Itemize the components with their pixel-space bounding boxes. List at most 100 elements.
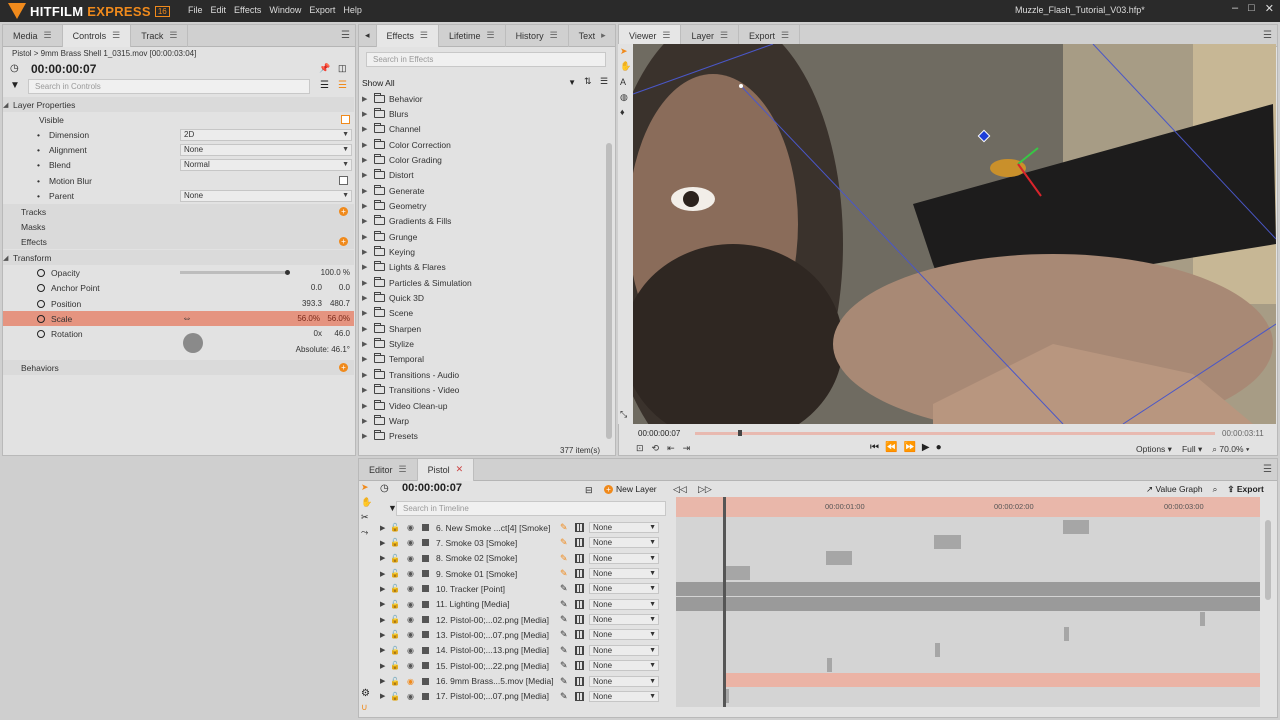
effects-folder[interactable]: ▶ Blurs xyxy=(362,106,408,121)
effects-filter-dropdown[interactable]: Show All ▼ xyxy=(362,76,580,90)
eye-icon[interactable]: ◉ xyxy=(406,584,415,593)
timeline-clip[interactable] xyxy=(826,551,852,565)
layer-row[interactable]: ▶ 🔓 ◉ 7. Smoke 03 [Smoke] ✎ None xyxy=(374,535,668,550)
eye-icon[interactable]: ◉ xyxy=(406,569,415,578)
menu-window[interactable]: Window xyxy=(269,5,301,15)
settings-gear-icon[interactable]: ⚙ xyxy=(361,688,370,699)
value-graph-button[interactable]: ↗ Value Graph xyxy=(1146,484,1203,495)
pen-icon[interactable]: ✎ xyxy=(560,599,570,610)
expand-arrow-icon[interactable]: ▶ xyxy=(362,309,374,317)
viewer-canvas[interactable] xyxy=(633,44,1276,424)
menu-icon[interactable]: ☰ xyxy=(112,30,120,41)
checkerboard-icon[interactable] xyxy=(575,691,584,701)
loop-icon[interactable]: ⟲ xyxy=(652,443,660,454)
expand-arrow-icon[interactable]: ◢ xyxy=(3,101,13,109)
effects-folder[interactable]: ▶ Color Correction xyxy=(362,137,451,152)
behaviors-section[interactable]: Behaviors + xyxy=(3,360,354,375)
in-point-icon[interactable]: ⇤ xyxy=(667,443,675,454)
razor-tool-icon[interactable]: ✂ xyxy=(361,512,369,523)
magnet-icon[interactable]: ∪ xyxy=(361,702,368,713)
menu-effects[interactable]: Effects xyxy=(234,5,261,15)
effects-folder[interactable]: ▶ Lights & Flares xyxy=(362,260,446,275)
tab-history[interactable]: History ☰ xyxy=(506,25,569,47)
effects-folder[interactable]: ▶ Video Clean-up xyxy=(362,398,447,413)
export-button[interactable]: ⇪ Export xyxy=(1227,484,1263,495)
expand-arrow-icon[interactable]: ▶ xyxy=(380,616,390,624)
add-track-icon[interactable]: + xyxy=(339,207,348,216)
pen-icon[interactable]: ✎ xyxy=(560,583,570,594)
layer-row[interactable]: ▶ 🔓 ◉ 14. Pistol-00;...13.png [Media] ✎ None xyxy=(374,643,668,658)
layer-row[interactable]: ▶ 🔓 ◉ 6. New Smoke ...ct[4] [Smoke] ✎ None xyxy=(374,520,668,535)
next-keyframe-icon[interactable]: ▷▷ xyxy=(698,484,712,495)
lock-icon[interactable]: 🔓 xyxy=(390,523,400,532)
list-view-icon[interactable]: ☰ xyxy=(320,80,329,91)
prev-keyframe-icon[interactable]: ◁◁ xyxy=(673,484,687,495)
maximize-button[interactable]: □ xyxy=(1248,2,1255,15)
timeline-playhead[interactable] xyxy=(723,497,726,707)
panel-collapse-arrow[interactable]: ◂ xyxy=(359,25,377,47)
keyframe-toggle-icon[interactable] xyxy=(37,283,45,292)
filter-icon[interactable]: ▼ xyxy=(10,80,20,91)
expand-arrow-icon[interactable]: ▶ xyxy=(380,677,390,685)
menu-edit[interactable]: Edit xyxy=(211,5,227,15)
viewer-timecode[interactable]: 00:00:00:07 xyxy=(638,429,680,438)
expand-arrow-icon[interactable]: ▶ xyxy=(362,217,374,225)
menu-icon[interactable]: ☰ xyxy=(662,30,670,41)
panel-menu-icon[interactable]: ☰ xyxy=(1263,464,1272,475)
tracks-section[interactable]: Tracks + xyxy=(3,204,354,219)
anchor-y-value[interactable]: 0.0 xyxy=(339,283,350,292)
position-x-value[interactable]: 393.3 xyxy=(302,299,322,308)
checkerboard-icon[interactable] xyxy=(575,615,584,625)
expand-arrow-icon[interactable]: ▶ xyxy=(380,631,390,639)
lock-icon[interactable]: 🔓 xyxy=(390,569,400,578)
tab-pistol[interactable]: Pistol ✕ xyxy=(417,459,475,481)
go-to-start-icon[interactable]: ⏮ xyxy=(870,442,879,453)
effects-search-input[interactable]: Search in Effects xyxy=(366,52,606,67)
expand-arrow-icon[interactable]: ▶ xyxy=(380,662,390,670)
add-effect-icon[interactable]: + xyxy=(339,237,348,246)
eye-icon[interactable]: ◉ xyxy=(406,615,415,624)
layer-options-icon[interactable]: ⊟ xyxy=(585,485,593,496)
hand-tool-icon[interactable]: ✋ xyxy=(361,497,372,508)
fit-view-icon[interactable]: ⤡ xyxy=(620,409,630,419)
lock-icon[interactable]: 🔓 xyxy=(390,661,400,670)
pen-icon[interactable]: ✎ xyxy=(560,614,570,625)
checkerboard-icon[interactable] xyxy=(575,523,584,532)
eye-icon[interactable]: ◉ xyxy=(406,677,415,686)
menu-file[interactable]: File xyxy=(188,5,203,15)
expand-arrow-icon[interactable]: ▶ xyxy=(362,355,374,363)
checkerboard-icon[interactable] xyxy=(575,599,584,609)
visible-checkbox[interactable] xyxy=(341,115,350,124)
layer-blend-dropdown[interactable]: None xyxy=(589,568,659,580)
effects-folder[interactable]: ▶ Geometry xyxy=(362,198,426,213)
expand-arrow-icon[interactable]: ▶ xyxy=(362,294,374,302)
panel-menu-icon[interactable]: ☰ xyxy=(341,30,350,41)
effects-folder[interactable]: ▶ Stylize xyxy=(362,337,414,352)
tab-scroll-arrow-icon[interactable]: ▸ xyxy=(601,30,606,41)
snapshot-icon[interactable]: ⊡ xyxy=(636,443,644,454)
panel-layout-icon[interactable]: ◫ xyxy=(338,63,347,74)
layer-blend-dropdown[interactable]: None xyxy=(589,614,659,626)
select-tool-icon[interactable]: ➤ xyxy=(361,482,369,493)
layer-row[interactable]: ▶ 🔓 ◉ 10. Tracker [Point] ✎ None xyxy=(374,581,668,596)
timeline-search-input[interactable]: Search in Timeline xyxy=(396,501,666,516)
play-icon[interactable]: ▶ xyxy=(922,442,930,453)
opacity-slider[interactable] xyxy=(180,270,290,275)
layer-blend-dropdown[interactable]: None xyxy=(589,552,659,564)
tab-media[interactable]: Media ☰ xyxy=(3,25,63,47)
menu-icon[interactable]: ☰ xyxy=(420,30,428,41)
step-forward-icon[interactable]: ⏩ xyxy=(903,442,915,453)
hand-tool-icon[interactable]: ✋ xyxy=(620,61,631,71)
layer-properties-section[interactable]: ◢ Layer Properties xyxy=(3,97,354,112)
pen-icon[interactable]: ✎ xyxy=(560,568,570,579)
timeline-clip[interactable] xyxy=(1064,627,1069,641)
motion-blur-checkbox[interactable] xyxy=(339,176,348,185)
checkerboard-icon[interactable] xyxy=(575,630,584,640)
layer-blend-dropdown[interactable]: None xyxy=(589,629,659,641)
layer-blend-dropdown[interactable]: None xyxy=(589,690,659,702)
tab-text[interactable]: Text ▸ xyxy=(569,25,615,47)
expand-arrow-icon[interactable]: ▶ xyxy=(380,600,390,608)
expand-arrow-icon[interactable]: ▶ xyxy=(362,95,374,103)
layer-blend-dropdown[interactable]: None xyxy=(589,660,659,672)
add-behavior-icon[interactable]: + xyxy=(339,363,348,372)
